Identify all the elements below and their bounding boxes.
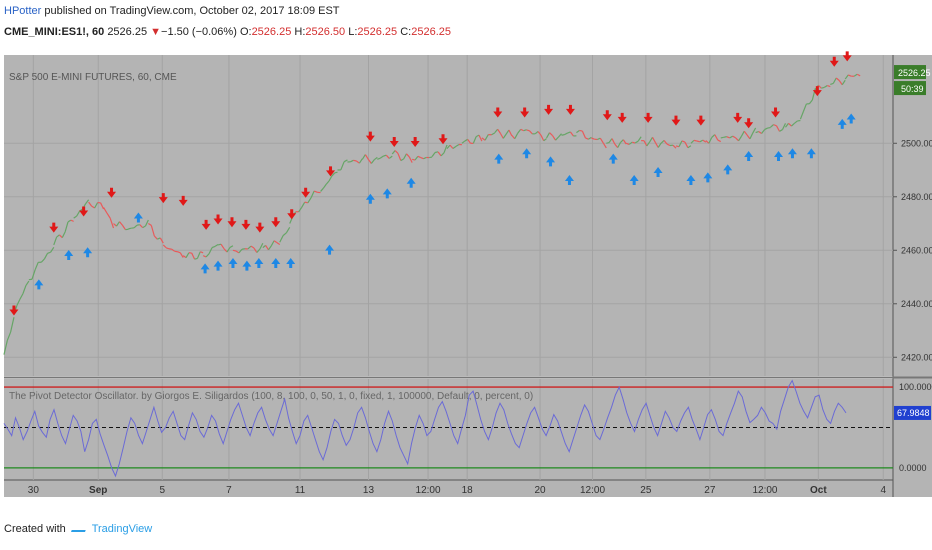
price-change: −1.50 (−0.06%) [161,26,237,38]
price-line-segment [767,126,771,129]
x-tick-label: 11 [295,485,306,496]
high-label: H: [294,26,306,38]
price-line-segment [232,249,237,252]
price-line-segment [696,140,701,143]
x-tick-label: 5 [159,485,165,496]
x-tick-label: Sep [89,485,107,496]
tradingview-brand[interactable]: TradingView [92,523,153,535]
x-tick-label: 18 [462,485,474,496]
x-tick-label: 7 [226,485,232,496]
oscillator-value-badge-label: 67.9848 [897,408,930,418]
open-label: O: [239,26,252,38]
x-tick-label: 30 [28,485,40,496]
close-label: C: [400,26,412,38]
price-line-segment [821,86,825,89]
chart-canvas[interactable]: 30 Sep 5 7 11 13 12:00 18 20 12:00 25 27 12:00 Oct 4 24… [0,50,932,510]
price-line-segment [579,129,583,132]
x-tick-label: 27 [704,485,716,496]
low-value: 2526.25 [357,26,398,38]
price-line-segment [353,159,357,162]
price-line-segment [128,227,132,230]
price-line-segment [194,257,198,260]
publish-header: HPotter published on TradingView.com, Oc… [4,5,340,17]
oscillator-title: The Pivot Detector Oscillator. by Giorgo… [9,391,533,402]
y-tick-label: 2460.00 [901,245,932,255]
open-value: 2526.25 [251,26,292,38]
x-tick-label: 4 [880,485,886,496]
last-price-badge-label: 2526.25 [898,68,931,78]
author-link[interactable]: HPotter [4,5,41,17]
price-line-segment [434,151,439,154]
high-value: 2526.50 [305,26,346,38]
price-line-segment [561,134,565,136]
tradingview-logo-icon [70,521,89,532]
symbol-header: CME_MINI:ES1!, 60 2526.25 ▼−1.50 (−0.06%… [4,26,451,38]
y-tick-label: 2420.00 [901,352,932,362]
symbol-label: CME_MINI:ES1!, 60 [4,26,105,38]
y-tick-label: 2480.00 [901,192,932,202]
down-arrow-icon: ▼ [150,26,162,38]
x-tick-label: 25 [640,485,652,496]
price-line-segment [693,139,698,142]
created-with-text: Created with [4,523,66,535]
countdown-badge-label: 50:39 [901,84,924,94]
published-text: published on TradingView.com, October 02… [44,5,340,17]
x-tick-label: 20 [535,485,547,496]
close-value: 2526.25 [411,26,451,38]
price-line-segment [720,136,724,139]
oscillator-upper-label: 100.0000 [899,382,932,392]
y-tick-label: 2440.00 [901,299,932,309]
price-line-segment [136,224,140,226]
last-price: 2526.25 [107,26,148,38]
footer: Created with TradingView [4,521,152,535]
price-axis-background [893,55,932,497]
price-line-segment [334,171,338,174]
x-tick-label: 12:00 [752,485,777,496]
x-tick-label: 12:00 [416,485,441,496]
x-tick-label: 12:00 [580,485,605,496]
x-tick-label: Oct [810,485,827,496]
price-line-segment [632,141,636,144]
price-line-segment [606,141,610,144]
y-tick-label: 2500.00 [901,138,932,148]
x-tick-label: 13 [363,485,375,496]
price-chart-title: S&P 500 E-MINI FUTURES, 60, CME [9,72,177,83]
price-line-segment [429,156,433,159]
price-line-segment [723,136,727,138]
oscillator-lower-label: 0.0000 [899,463,927,473]
